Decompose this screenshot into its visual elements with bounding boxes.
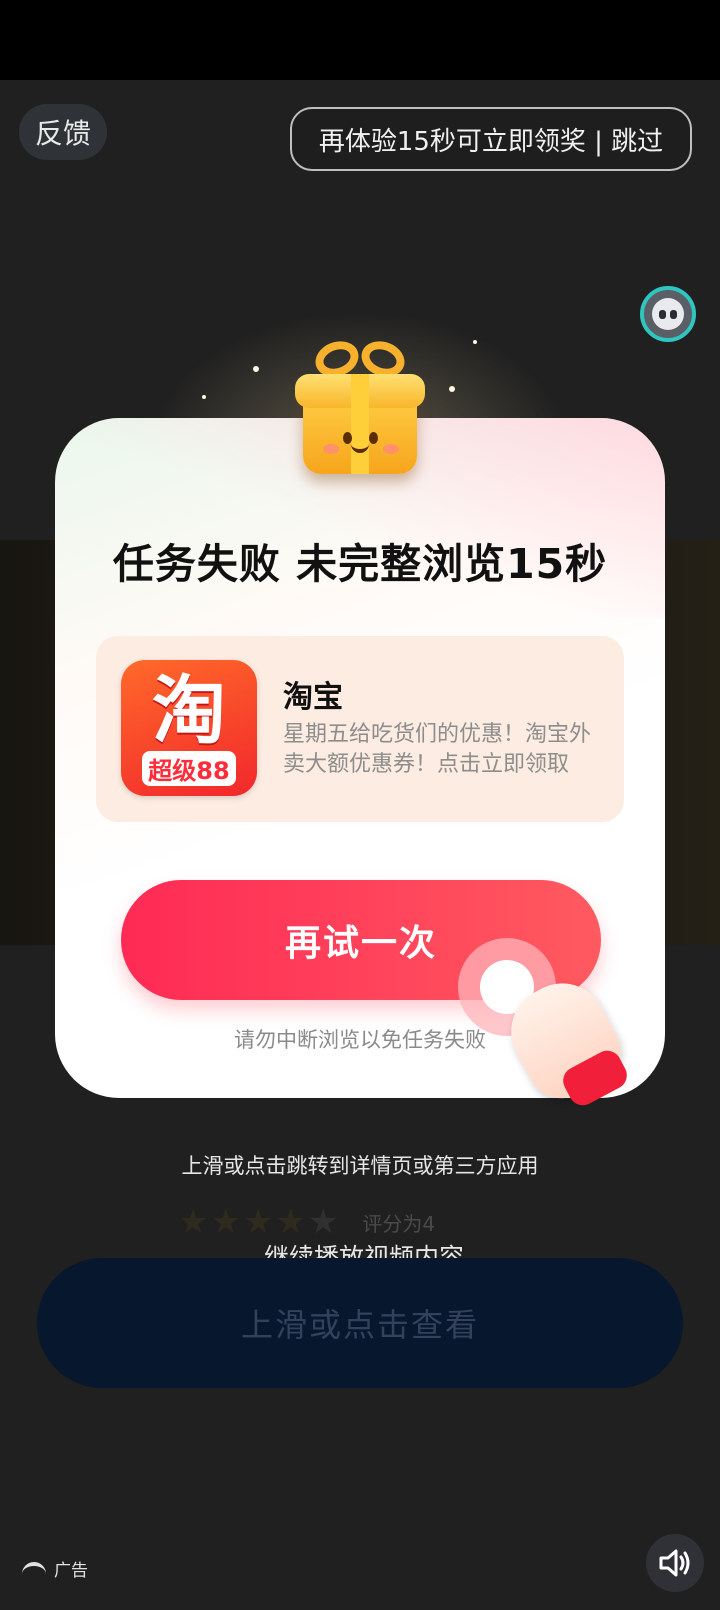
star-icon: ★ [242, 1202, 274, 1242]
speaker-sound-on-icon[interactable] [646, 1534, 704, 1592]
app-icon-tag: 超级88 [142, 750, 236, 786]
feedback-button[interactable]: 反馈 [19, 104, 107, 160]
sparkle [449, 386, 455, 392]
dialog-title: 任务失败 未完整浏览15秒 [112, 540, 608, 588]
rating-text: 评分为4 [362, 1211, 436, 1236]
pointing-hand-icon [458, 938, 638, 1118]
swipe-instruction: 上滑或点击跳转到详情页或第三方应用 [181, 1154, 539, 1178]
sparkle [473, 340, 477, 344]
swipe-view-button[interactable]: 上滑或点击查看 [37, 1258, 683, 1388]
app-icon-char: 淘 [152, 667, 226, 754]
star-icon: ★ [178, 1202, 209, 1242]
app-rating: ★ ★ ★ ★ ★ 评分为4 [178, 1204, 435, 1240]
ad-badge: 广告 [22, 1556, 88, 1581]
star-icon: ★ [307, 1202, 339, 1242]
app-card[interactable]: 淘 超级88 淘宝 星期五给吃货们的优惠！淘宝外卖大额优惠券！点击立即领取 [96, 636, 624, 822]
ad-label: 广告 [54, 1561, 88, 1581]
gift-box-icon [295, 335, 425, 480]
star-icon: ★ [275, 1202, 306, 1242]
ad-logo-icon [22, 1561, 46, 1576]
taobao-app-icon: 淘 超级88 [121, 660, 257, 796]
star-icon: ★ [210, 1202, 241, 1242]
app-name: 淘宝 [283, 680, 343, 715]
status-bar [0, 0, 720, 80]
speaker-glyph [659, 1549, 690, 1577]
sparkle [202, 395, 206, 399]
skip-reward-button[interactable]: 再体验15秒可立即领奖 | 跳过 [290, 107, 692, 171]
robot-face [652, 298, 684, 330]
sparkle [253, 366, 259, 372]
robot-avatar-icon[interactable] [640, 286, 696, 342]
app-description: 星期五给吃货们的优惠！淘宝外卖大额优惠券！点击立即领取 [283, 722, 592, 777]
